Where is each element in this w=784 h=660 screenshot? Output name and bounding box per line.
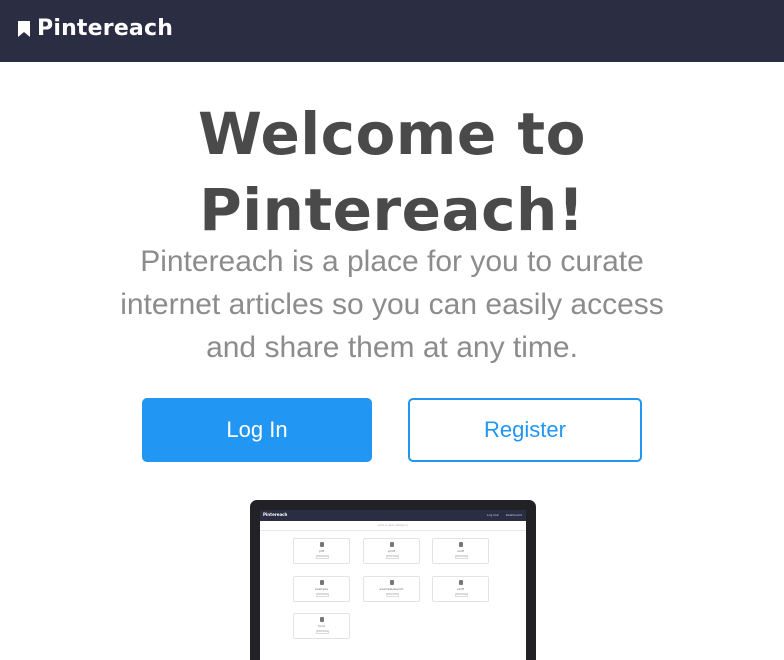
preview-card-name: example/search [379,587,404,591]
preview-screen: Pintereach Log Out Dashboard Add a new c… [260,510,526,660]
preview-card-button: View Items [316,630,329,634]
file-icon [459,580,463,585]
file-icon [390,580,394,585]
register-button[interactable]: Register [408,398,642,462]
preview-card-name: pndf [388,549,395,553]
preview-card-name: food [318,624,325,628]
preview-card-name: sndf [457,549,464,553]
preview-card-button: View Items [455,555,468,559]
preview-subheader: Add a new category [260,521,526,531]
brand-name: Pintereach [37,16,174,41]
file-icon [320,580,324,585]
file-icon [390,542,394,547]
top-navbar: Pintereach [0,0,784,62]
preview-card: pdf View Items [293,538,350,564]
file-icon [459,542,463,547]
preview-brand: Pintereach [263,512,288,517]
preview-card-button: View Items [386,593,399,597]
preview-card-button: View Items [386,555,399,559]
file-icon [320,542,324,547]
brand-logo[interactable]: Pintereach [18,16,173,41]
preview-card-button: View Items [316,593,329,597]
login-button[interactable]: Log In [142,398,372,462]
preview-card-name: pdf [319,549,324,553]
tagline-text: Pintereach is a place for you to curate … [120,245,664,364]
preview-card-button: View Items [316,555,329,559]
preview-card: pndf View Items [363,538,420,564]
preview-dashboard-link: Dashboard [505,513,522,517]
preview-logout-link: Log Out [486,513,499,517]
preview-card: stuff View Items [432,576,489,602]
preview-card-button: View Items [455,593,468,597]
preview-navbar: Pintereach Log Out Dashboard [260,510,526,521]
file-icon [320,617,324,622]
preview-card: food View Items [293,613,350,639]
preview-card: example View Items [293,576,350,602]
preview-card-name: stuff [457,587,464,591]
laptop-preview-image: Pintereach Log Out Dashboard Add a new c… [250,500,536,660]
preview-card-name: example [315,587,328,591]
preview-card: sndf View Items [432,538,489,564]
preview-nav-links: Log Out Dashboard [481,512,522,518]
preview-card: example/search View Items [363,576,420,602]
page-title: Welcome to Pintereach! [198,100,586,244]
bookmark-icon [18,20,30,37]
